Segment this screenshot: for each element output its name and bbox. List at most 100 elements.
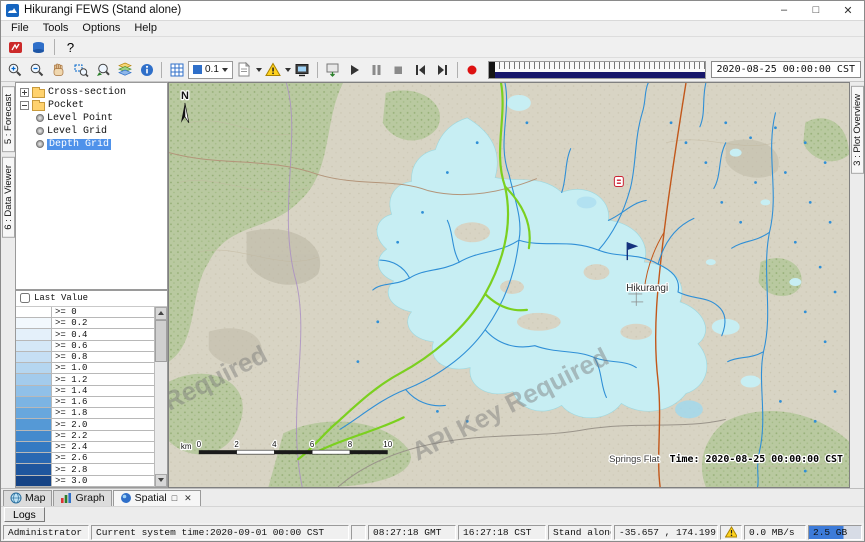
tree-item-label: Level Grid [47, 126, 107, 137]
close-button[interactable]: ✕ [832, 1, 864, 20]
place-label: Springs Flat [609, 454, 660, 465]
legend-row: >= 3.0 [16, 476, 154, 487]
right-dock-strip: 3 : Plot Overview [850, 82, 864, 488]
grid-threshold-combo[interactable]: 0.1 [188, 61, 233, 79]
layers-button[interactable] [114, 60, 135, 80]
step-forward-icon [435, 63, 449, 77]
tab-plot-overview[interactable]: 3 : Plot Overview [851, 86, 864, 174]
menu-tools[interactable]: Tools [37, 21, 75, 35]
export-animation-button[interactable] [322, 60, 343, 80]
tree-item-label: Cross-section [48, 87, 126, 98]
status-user: Administrator [3, 525, 89, 540]
timeline-slider[interactable] [488, 61, 706, 79]
triangle-down-icon [158, 478, 164, 482]
scroll-thumb[interactable] [155, 320, 167, 362]
legend-swatch [16, 363, 52, 373]
tree-item-pocket[interactable]: Pocket [16, 99, 167, 112]
tree-item-depth-grid[interactable]: Depth Grid [16, 138, 167, 151]
record-button[interactable] [462, 60, 483, 80]
tab-label: Graph [75, 492, 104, 504]
legend-swatch [16, 352, 52, 362]
legend-label: >= 1.2 [52, 374, 87, 384]
tree-item-label-selected: Depth Grid [47, 139, 111, 150]
zoom-out-icon [29, 62, 45, 78]
tab-graph[interactable]: Graph [53, 490, 111, 506]
tab-spatial[interactable]: Spatial □ ✕ [113, 490, 201, 506]
float-panel-button[interactable]: □ [170, 493, 179, 503]
step-forward-button[interactable] [432, 60, 453, 80]
tab-data-viewer[interactable]: 6 : Data Viewer [2, 157, 15, 238]
title-bar[interactable]: Hikurangi FEWS (Stand alone) – □ ✕ [1, 1, 864, 21]
tab-label: Spatial [135, 492, 167, 504]
menu-bar: File Tools Options Help [1, 21, 864, 38]
thresholds-warning-button[interactable] [263, 60, 284, 80]
manual-forecast-button[interactable] [28, 37, 49, 57]
menu-file[interactable]: File [5, 21, 35, 35]
svg-text:km: km [181, 442, 192, 451]
status-spacer [351, 525, 366, 540]
folder-icon [32, 89, 45, 98]
animation-display-button[interactable] [292, 60, 313, 80]
minimize-button[interactable]: – [768, 1, 800, 20]
legend-label: >= 2.8 [52, 464, 87, 474]
toolbar-separator [457, 62, 458, 78]
legend-swatch [16, 374, 52, 384]
legend-swatch [16, 476, 52, 486]
maximize-button[interactable]: □ [800, 1, 832, 20]
legend-header: Last Value [16, 291, 167, 307]
zoom-box-button[interactable] [70, 60, 91, 80]
legend-row: >= 1.2 [16, 374, 154, 385]
legend-row: >= 0 [16, 307, 154, 318]
tab-label: Map [25, 492, 45, 504]
left-panel: Cross-section Pocket Level Point Level G… [15, 82, 168, 488]
timeline-bar [489, 72, 705, 78]
legend-label: >= 0.8 [52, 352, 87, 362]
zoom-out-button[interactable] [26, 60, 47, 80]
tree-item-level-point[interactable]: Level Point [16, 112, 167, 125]
chevron-down-icon[interactable] [256, 68, 262, 72]
forecast-management-button[interactable] [5, 37, 26, 57]
status-warning[interactable] [720, 525, 742, 540]
spatial-icon [120, 492, 132, 504]
export-icon [325, 62, 340, 77]
window-title: Hikurangi FEWS (Stand alone) [24, 4, 181, 16]
legend-scrollbar[interactable] [154, 307, 167, 487]
toolbar-separator [317, 62, 318, 78]
tree-item-level-grid[interactable]: Level Grid [16, 125, 167, 138]
legend-row: >= 2.2 [16, 431, 154, 442]
logs-button[interactable]: Logs [4, 507, 45, 522]
info-button[interactable] [136, 60, 157, 80]
chevron-down-icon[interactable] [285, 68, 291, 72]
stop-button[interactable] [388, 60, 409, 80]
scroll-up-button[interactable] [155, 307, 167, 320]
scroll-down-button[interactable] [155, 474, 167, 487]
last-value-checkbox[interactable] [20, 293, 30, 303]
expander-plus-icon[interactable] [20, 88, 29, 97]
grid-display-button[interactable] [166, 60, 187, 80]
profile-display-button[interactable] [234, 60, 255, 80]
step-back-icon [413, 63, 427, 77]
tree-item-cross-section[interactable]: Cross-section [16, 86, 167, 99]
pause-button[interactable] [366, 60, 387, 80]
scroll-track[interactable] [155, 320, 167, 474]
timeline-handle[interactable] [489, 62, 495, 78]
threshold-color-chip [193, 65, 202, 74]
zoom-in-button[interactable] [4, 60, 25, 80]
warning-icon [725, 526, 737, 538]
tab-map[interactable]: Map [3, 490, 52, 506]
map-canvas[interactable]: API Key Required API Key Required N km 0… [168, 82, 850, 488]
legend-label: >= 0.6 [52, 341, 87, 351]
step-back-button[interactable] [410, 60, 431, 80]
menu-options[interactable]: Options [76, 21, 126, 35]
expander-minus-icon[interactable] [20, 101, 29, 110]
help-button[interactable]: ? [60, 37, 81, 57]
pan-button[interactable] [48, 60, 69, 80]
tab-forecast[interactable]: 5 : Forecast [2, 86, 15, 152]
legend-swatch [16, 408, 52, 418]
logs-row: Logs [1, 506, 864, 524]
close-panel-button[interactable]: ✕ [182, 493, 194, 504]
zoom-previous-button[interactable] [92, 60, 113, 80]
menu-help[interactable]: Help [128, 21, 163, 35]
folder-icon [32, 102, 45, 111]
play-button[interactable] [344, 60, 365, 80]
